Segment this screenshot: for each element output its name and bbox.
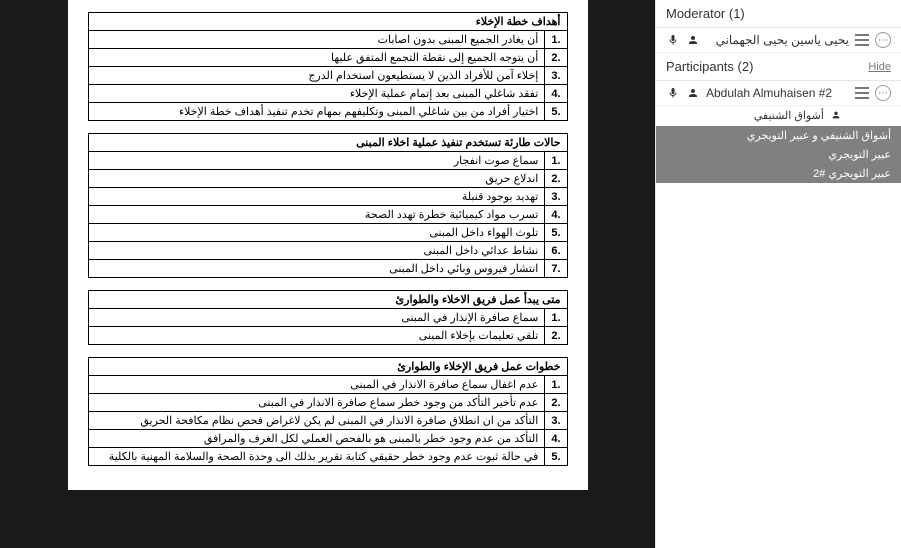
sub-name: عبير التويجري #2 xyxy=(813,168,891,180)
table-row: .2تلقي تعليمات بإخلاء المبنى xyxy=(88,327,567,345)
sub-participant-selected[interactable]: أشواق الشنيفي و عبير التويجري xyxy=(656,126,901,145)
table-row: .5اختيار أفراد من بين شاغلي المبنى وتكلي… xyxy=(88,103,567,121)
table-row: .1سماع صافرة الإنذار في المبنى xyxy=(88,309,567,327)
participants-panel: Moderator (1) يحيى ياسين يحيى الجهماني ⋯… xyxy=(655,0,901,548)
participant-name: Abdulah Almuhaisen #2 xyxy=(706,86,849,100)
document-viewer: أهداف خطة الإخلاء.1أن يغادر الجميع المبن… xyxy=(0,0,655,548)
table-row: .5في حالة ثبوت عدم وجود خطر حقيقي كتابة … xyxy=(88,448,567,466)
table-row: .3إخلاء آمن للأفراد الذين لا يستطيعون اس… xyxy=(88,67,567,85)
table-title: خطوات عمل فريق الإخلاء والطوارئ xyxy=(88,358,567,376)
participant-row[interactable]: Abdulah Almuhaisen #2 ⋯ xyxy=(656,81,901,106)
row-number: .2 xyxy=(545,394,567,412)
table-row: .7انتشار فيروس وبائي داخل المبنى xyxy=(88,260,567,278)
sub-name: أشواق الشنيفي و عبير التويجري xyxy=(747,130,891,142)
row-number: .5 xyxy=(545,103,567,121)
content-icon[interactable] xyxy=(855,34,869,46)
row-text: عدم تأخير التأكد من وجود خطر سماع صافرة … xyxy=(88,394,545,412)
more-button[interactable]: ⋯ xyxy=(875,32,891,48)
sub-participant[interactable]: أشواق الشنيفي xyxy=(656,106,901,126)
hide-link[interactable]: Hide xyxy=(868,61,891,73)
row-text: انتشار فيروس وبائي داخل المبنى xyxy=(88,260,545,278)
table-row: .3تهديد بوجود قنبلة xyxy=(88,188,567,206)
doc-table: خطوات عمل فريق الإخلاء والطوارئ.1عدم اغف… xyxy=(88,357,568,466)
user-icon xyxy=(686,86,700,100)
row-number: .2 xyxy=(545,170,567,188)
row-number: .4 xyxy=(545,206,567,224)
sub-name: أشواق الشنيفي xyxy=(754,110,824,122)
doc-table: أهداف خطة الإخلاء.1أن يغادر الجميع المبن… xyxy=(88,12,568,121)
user-icon xyxy=(831,110,841,123)
table-row: .3التأكد من ان انطلاق صافرة الانذار في ا… xyxy=(88,412,567,430)
participants-title: Participants (2) xyxy=(666,59,753,74)
table-title: حالات طارئة تستخدم تنفيذ عملية اخلاء الم… xyxy=(88,134,567,152)
row-number: .6 xyxy=(545,242,567,260)
table-row: .6نشاط عدائي داخل المبنى xyxy=(88,242,567,260)
row-text: أن يغادر الجميع المبنى بدون اصابات xyxy=(88,31,545,49)
row-text: التأكد من عدم وجود خطر بالمبنى هو بالفحص… xyxy=(88,430,545,448)
moderator-name: يحيى ياسين يحيى الجهماني xyxy=(706,33,849,47)
doc-table: حالات طارئة تستخدم تنفيذ عملية اخلاء الم… xyxy=(88,133,568,278)
row-number: .5 xyxy=(545,224,567,242)
sub-participant-selected[interactable]: عبير التويجري #2 xyxy=(656,164,901,183)
table-row: .2أن يتوجه الجميع إلى نقطة التجمع المتفق… xyxy=(88,49,567,67)
row-number: .3 xyxy=(545,188,567,206)
table-row: .4تسرب مواد كيميائية خطرة تهدد الصحة xyxy=(88,206,567,224)
row-text: نشاط عدائي داخل المبنى xyxy=(88,242,545,260)
table-title: أهداف خطة الإخلاء xyxy=(88,13,567,31)
row-text: تسرب مواد كيميائية خطرة تهدد الصحة xyxy=(88,206,545,224)
moderator-title: Moderator (1) xyxy=(666,6,745,21)
participants-section-header: Participants (2) Hide xyxy=(656,53,901,81)
document-page: أهداف خطة الإخلاء.1أن يغادر الجميع المبن… xyxy=(68,0,588,490)
row-text: عدم اغفال سماع صافرة الانذار في المبنى xyxy=(88,376,545,394)
row-number: .1 xyxy=(545,309,567,327)
row-text: سماع صوت انفجار xyxy=(88,152,545,170)
user-icon xyxy=(686,33,700,47)
mic-icon xyxy=(666,33,680,47)
table-row: .5تلوث الهواء داخل المبنى xyxy=(88,224,567,242)
row-text: اندلاع حريق xyxy=(88,170,545,188)
row-text: سماع صافرة الإنذار في المبنى xyxy=(88,309,545,327)
row-number: .2 xyxy=(545,49,567,67)
row-number: .4 xyxy=(545,85,567,103)
row-text: اختيار أفراد من بين شاغلي المبنى وتكليفه… xyxy=(88,103,545,121)
table-row: .4تفقد شاغلي المبنى بعد إتمام عملية الإخ… xyxy=(88,85,567,103)
row-number: .7 xyxy=(545,260,567,278)
row-text: التأكد من ان انطلاق صافرة الانذار في الم… xyxy=(88,412,545,430)
row-number: .1 xyxy=(545,31,567,49)
row-number: .2 xyxy=(545,327,567,345)
row-number: .5 xyxy=(545,448,567,466)
moderator-section-header: Moderator (1) xyxy=(656,0,901,28)
moderator-row[interactable]: يحيى ياسين يحيى الجهماني ⋯ xyxy=(656,28,901,53)
sub-name: عبير التويجري xyxy=(828,149,891,161)
row-text: في حالة ثبوت عدم وجود خطر حقيقي كتابة تق… xyxy=(88,448,545,466)
mic-icon xyxy=(666,86,680,100)
row-text: إخلاء آمن للأفراد الذين لا يستطيعون استخ… xyxy=(88,67,545,85)
table-row: .1عدم اغفال سماع صافرة الانذار في المبنى xyxy=(88,376,567,394)
table-row: .2عدم تأخير التأكد من وجود خطر سماع صافر… xyxy=(88,394,567,412)
row-text: تلقي تعليمات بإخلاء المبنى xyxy=(88,327,545,345)
sub-participant-selected[interactable]: عبير التويجري xyxy=(656,145,901,164)
doc-table: متى يبدأ عمل فريق الاخلاء والطوارئ.1سماع… xyxy=(88,290,568,345)
row-number: .3 xyxy=(545,412,567,430)
row-text: تفقد شاغلي المبنى بعد إتمام عملية الإخلا… xyxy=(88,85,545,103)
table-row: .1سماع صوت انفجار xyxy=(88,152,567,170)
row-text: تلوث الهواء داخل المبنى xyxy=(88,224,545,242)
table-row: .4التأكد من عدم وجود خطر بالمبنى هو بالف… xyxy=(88,430,567,448)
table-row: .2اندلاع حريق xyxy=(88,170,567,188)
row-number: .3 xyxy=(545,67,567,85)
row-text: تهديد بوجود قنبلة xyxy=(88,188,545,206)
row-number: .1 xyxy=(545,152,567,170)
row-number: .1 xyxy=(545,376,567,394)
table-row: .1أن يغادر الجميع المبنى بدون اصابات xyxy=(88,31,567,49)
table-title: متى يبدأ عمل فريق الاخلاء والطوارئ xyxy=(88,291,567,309)
more-button[interactable]: ⋯ xyxy=(875,85,891,101)
row-number: .4 xyxy=(545,430,567,448)
row-text: أن يتوجه الجميع إلى نقطة التجمع المتفق ع… xyxy=(88,49,545,67)
content-icon[interactable] xyxy=(855,87,869,99)
